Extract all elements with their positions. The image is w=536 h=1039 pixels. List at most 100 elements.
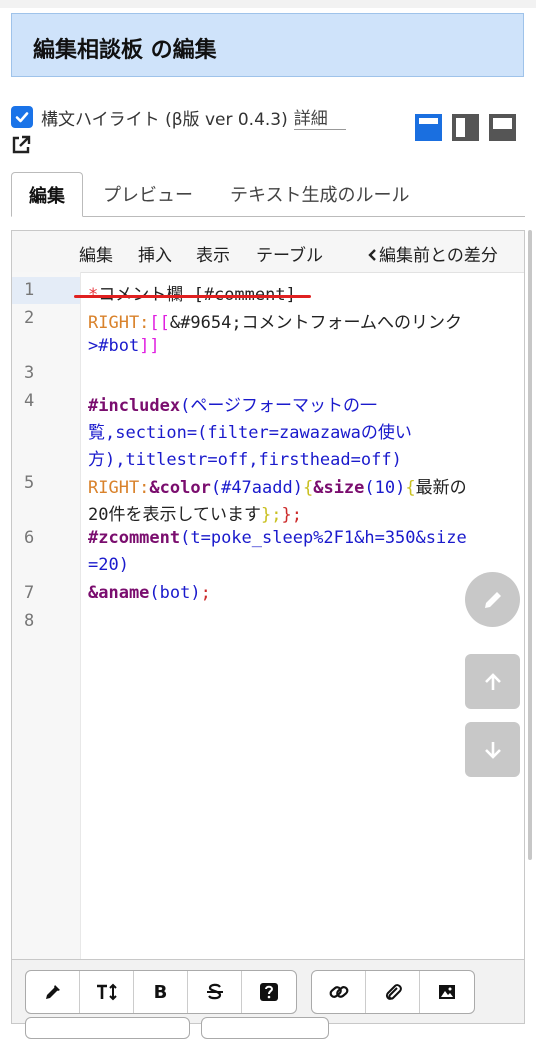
layout-bottom-icon[interactable] [489,114,516,141]
code-line-4c: 方),titlestr=off,firsthead=off) [88,445,402,470]
code-line-4b: 覧,section=(filter=zawazawaの使い [88,418,412,443]
text-format-group: B [25,970,297,1014]
code-line-7: &aname(bot); [88,583,211,603]
code-line-2b: >#bot]] [88,336,160,356]
strikethrough-button[interactable] [188,971,242,1013]
code-args: 方),titlestr=off,firsthead=off) [88,450,402,470]
arrow-down-icon [484,741,501,759]
tab-edit[interactable]: 編集 [11,172,83,217]
details-link[interactable]: 詳細 [293,104,346,130]
code-args: (bot) [149,583,201,603]
help-button[interactable] [242,971,296,1013]
format-row-2-group [201,1017,329,1039]
code-keyword: &size [313,478,365,498]
code-bracket: { [405,478,416,498]
code-line-5: RIGHT:&color(#47aadd){&size(10){最新の [88,473,467,498]
line-number: 4 [24,391,35,411]
scroll-down-button[interactable] [465,722,520,777]
arrow-up-icon [484,672,501,690]
pencil-icon [484,591,501,608]
code-args: 覧,section=(filter=zawazawaの使い [88,423,412,443]
syntax-highlight-row: 構文ハイライト (β版 ver 0.4.3) 詳細 [11,104,346,130]
code-text: 20件を表示しています [88,505,261,525]
bold-button[interactable]: B [134,971,188,1013]
format-toolbar: B [11,960,525,1039]
link-button[interactable] [312,971,366,1013]
layout-side-icon[interactable] [452,114,479,141]
code-link-target: >#bot [88,336,140,356]
diff-button[interactable]: 編集前との差分 [367,241,498,266]
tab-text-rules[interactable]: テキスト生成のルール [230,172,409,216]
external-link-icon[interactable] [11,135,31,155]
code-line-4: #includex(ページフォーマットの一 [88,391,377,416]
code-args: (#47aadd) [210,478,303,498]
page-title: 編集相談板 の編集 [33,38,217,63]
syntax-highlight-label: 構文ハイライト (β版 ver 0.4.3) [41,109,288,130]
code-line-5b: 20件を表示しています};}; [88,500,302,525]
code-text: 最新の [415,478,467,498]
code-keyword: #includex [88,396,181,416]
image-button[interactable] [420,971,474,1013]
code-line-2: RIGHT:[[&#9654;コメントフォームへのリンク [88,308,462,333]
text-size-icon [96,983,117,1001]
eyedropper-button[interactable] [26,971,80,1013]
code-line-6b: =20) [88,555,129,575]
menu-edit[interactable]: 編集 [79,241,113,266]
diff-label: 編集前との差分 [379,246,498,266]
layout-switcher [415,114,516,141]
code-line-1: *コメント欄 [#comment] [88,280,296,305]
code-keyword: RIGHT: [88,313,150,333]
strikethrough-icon [206,983,223,1000]
code-keyword: #zcomment [88,528,181,548]
code-keyword: RIGHT: [88,478,150,498]
page-scrollbar[interactable] [528,230,532,860]
image-icon [439,985,455,999]
line-number: 6 [24,528,35,548]
code-args: (t=poke_sleep%2F1&h=350&size [180,528,467,548]
link-icon [329,986,348,998]
code-semicolon: ; [200,583,211,603]
top-strip [0,0,536,8]
insert-group [311,970,475,1014]
eyedropper-icon [45,985,60,999]
code-bracket: }; [281,505,302,525]
bold-icon: B [153,981,168,1003]
code-bracket: ]] [139,336,160,356]
active-line-marker [12,277,80,304]
layout-top-icon[interactable] [415,114,442,141]
code-keyword: &aname [88,583,150,603]
scroll-up-button[interactable] [465,654,520,709]
annotation-underline [74,295,311,298]
attachment-icon [385,984,402,1000]
code-text: &#9654;コメントフォームへのリンク [169,313,463,333]
code-bracket: }; [260,505,282,525]
code-line-6: #zcomment(t=poke_sleep%2F1&h=350&size [88,528,467,548]
code-bracket: { [302,478,314,498]
line-number: 8 [24,611,35,631]
tab-preview[interactable]: プレビュー [103,172,193,216]
help-icon [260,983,278,1001]
menu-table[interactable]: テーブル [256,241,323,266]
line-number: 3 [24,363,35,383]
code-args: (10) [364,478,406,498]
code-args: =20) [88,555,129,575]
code-keyword: &color [149,478,211,498]
menu-insert[interactable]: 挿入 [138,241,172,266]
code-bracket: [[ [149,313,170,333]
format-row-2 [25,1017,190,1039]
page-title-box: 編集相談板 の編集 [11,13,524,77]
line-number: 7 [24,583,35,603]
editor-tabs: 編集 プレビュー テキスト生成のルール [11,172,525,217]
edit-fab[interactable] [465,572,520,627]
attachment-button[interactable] [366,971,420,1013]
menu-view[interactable]: 表示 [196,241,230,266]
code-args: (ページフォーマットの一 [180,396,378,416]
chevron-left-icon [368,249,376,261]
line-number: 1 [24,280,35,300]
line-gutter [12,272,81,959]
line-number: 2 [24,308,35,328]
checkbox-icon[interactable] [11,106,33,128]
editor-toolbar: 編集 挿入 表示 テーブル 編集前との差分 [12,231,524,273]
code-editor[interactable]: 編集 挿入 表示 テーブル 編集前との差分 1 2 3 4 5 6 7 8 *コ… [11,230,525,960]
text-size-button[interactable] [80,971,134,1013]
